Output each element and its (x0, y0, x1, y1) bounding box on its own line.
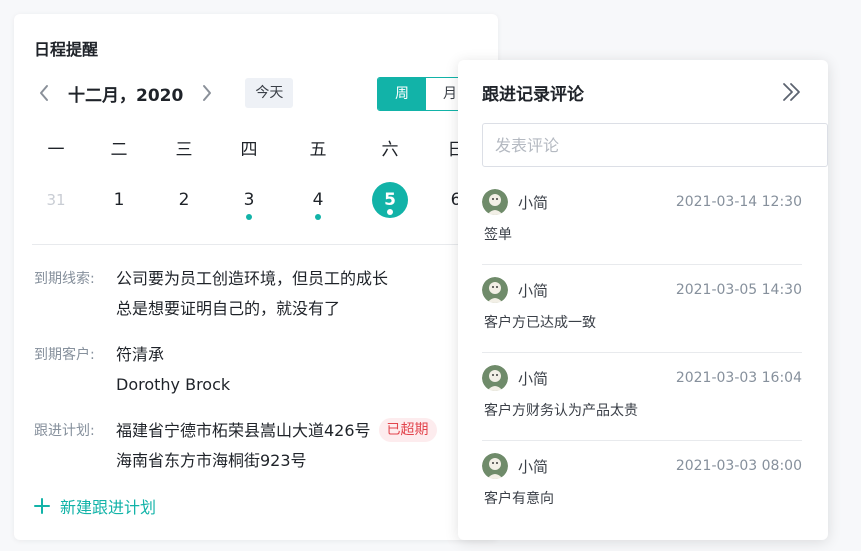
plus-icon (34, 498, 50, 514)
double-chevron-right-icon (783, 83, 800, 101)
day-number: 4 (312, 190, 324, 210)
weekday-label: 二 (110, 140, 128, 160)
comment-time: 2021-03-05 14:30 (675, 282, 802, 298)
comment-time: 2021-03-03 16:04 (675, 370, 802, 386)
follow-plans-row: 跟进计划: 福建省宁德市柘荣县嵩山大道426号 已超期 海南省东方市海桐街923号 (34, 416, 437, 476)
follow-plans-values: 福建省宁德市柘荣县嵩山大道426号 已超期 海南省东方市海桐街923号 (116, 416, 437, 476)
comment-item: 小简 2021-03-14 12:30 签单 (482, 188, 802, 276)
weekday-label: 五 (309, 140, 327, 160)
comment-content: 客户方财务认为产品太贵 (484, 403, 638, 419)
comment-time: 2021-03-14 12:30 (675, 194, 802, 210)
due-customers-values: 符清承 Dorothy Brock (116, 340, 230, 400)
day-cell[interactable]: 4 (298, 182, 338, 220)
comment-content: 客户方已达成一致 (484, 315, 596, 331)
page: 日程提醒 十二月，2020 今天 周 月 一 二 三 四 五 六 日 31 1 … (0, 0, 861, 551)
due-leads-row: 到期线索: 公司要为员工创造环境，但员工的成长 总是想要证明自己的，就没有了 (34, 264, 388, 324)
comment-author: 小简 (518, 281, 549, 300)
comment-header: 小简 2021-03-03 08:00 (482, 452, 802, 480)
comment-item: 小简 2021-03-05 14:30 客户方已达成一致 (482, 276, 802, 364)
due-customers-row: 到期客户: 符清承 Dorothy Brock (34, 340, 230, 400)
view-week-button[interactable]: 周 (378, 78, 426, 110)
weekday-label: 四 (240, 140, 258, 160)
divider (482, 440, 802, 441)
next-month-button[interactable] (195, 81, 219, 105)
due-lead-text: 总是想要证明自己的，就没有了 (116, 299, 341, 318)
event-dot-indicator (387, 209, 393, 215)
plan-address: 福建省宁德市柘荣县嵩山大道426号 已超期 (116, 416, 437, 446)
day-row: 31 1 2 3 4 5 6 (14, 182, 498, 222)
schedule-title: 日程提醒 (34, 40, 99, 59)
day-number: 1 (113, 190, 125, 210)
weekday-label: 一 (47, 140, 65, 160)
collapse-panel-button[interactable] (780, 80, 804, 104)
day-cell[interactable]: 31 (36, 182, 76, 218)
comment-content: 客户有意向 (484, 491, 554, 507)
prev-month-button[interactable] (32, 81, 56, 105)
comment-header: 小简 2021-03-05 14:30 (482, 276, 802, 304)
due-leads-values: 公司要为员工创造环境，但员工的成长 总是想要证明自己的，就没有了 (116, 264, 388, 324)
avatar (482, 453, 508, 479)
day-cell[interactable]: 3 (229, 182, 269, 220)
weekday-header: 一 二 三 四 五 六 日 (14, 132, 498, 172)
event-dot-indicator (315, 214, 321, 220)
plan-address-text: 福建省宁德市柘荣县嵩山大道426号 (116, 421, 371, 440)
add-follow-plan-label: 新建跟进计划 (60, 498, 157, 517)
overdue-badge: 已超期 (378, 418, 437, 442)
comment-input[interactable] (482, 123, 828, 167)
comment-item: 小简 2021-03-03 16:04 客户方财务认为产品太贵 (482, 364, 802, 452)
divider (482, 264, 802, 265)
comment-header: 小简 2021-03-03 16:04 (482, 364, 802, 392)
due-customers-label: 到期客户: (34, 347, 95, 363)
due-leads-label: 到期线索: (34, 271, 95, 287)
day-cell[interactable]: 5 (370, 182, 410, 218)
day-cell[interactable]: 1 (99, 182, 139, 218)
comment-content: 签单 (484, 227, 512, 243)
weekday-label: 三 (175, 140, 193, 160)
comment-author: 小简 (518, 193, 549, 212)
day-number: 5 (384, 190, 396, 210)
day-number: 2 (178, 190, 190, 210)
day-number: 3 (243, 190, 255, 210)
avatar (482, 365, 508, 391)
comment-item: 小简 2021-03-03 08:00 客户有意向 (482, 452, 802, 540)
divider (482, 352, 802, 353)
due-lead-text: 公司要为员工创造环境，但员工的成长 (116, 269, 389, 288)
customer-name: 符清承 (116, 345, 165, 364)
chevron-left-icon (40, 85, 48, 101)
comments-panel: 跟进记录评论 小简 2021-03- (458, 60, 828, 540)
today-button[interactable]: 今天 (245, 78, 294, 108)
comment-author: 小简 (518, 457, 549, 476)
weekday-label: 六 (381, 140, 399, 160)
month-label: 十二月，2020 (68, 85, 184, 106)
comment-time: 2021-03-03 08:00 (675, 458, 802, 474)
comment-author: 小简 (518, 369, 549, 388)
day-number: 31 (46, 191, 66, 209)
avatar (482, 189, 508, 215)
schedule-card: 日程提醒 十二月，2020 今天 周 月 一 二 三 四 五 六 日 31 1 … (14, 14, 498, 540)
event-dot-indicator (246, 214, 252, 220)
avatar (482, 277, 508, 303)
plan-address: 海南省东方市海桐街923号 (116, 451, 307, 470)
chevron-right-icon (203, 85, 212, 101)
comment-header: 小简 2021-03-14 12:30 (482, 188, 802, 216)
add-follow-plan-button[interactable]: 新建跟进计划 (34, 494, 156, 518)
day-cell[interactable]: 2 (164, 182, 204, 218)
calendar-nav: 十二月，2020 今天 (32, 78, 294, 108)
customer-name: Dorothy Brock (116, 375, 231, 394)
panel-title: 跟进记录评论 (482, 85, 584, 105)
divider (32, 244, 498, 245)
follow-plans-label: 跟进计划: (34, 423, 95, 439)
